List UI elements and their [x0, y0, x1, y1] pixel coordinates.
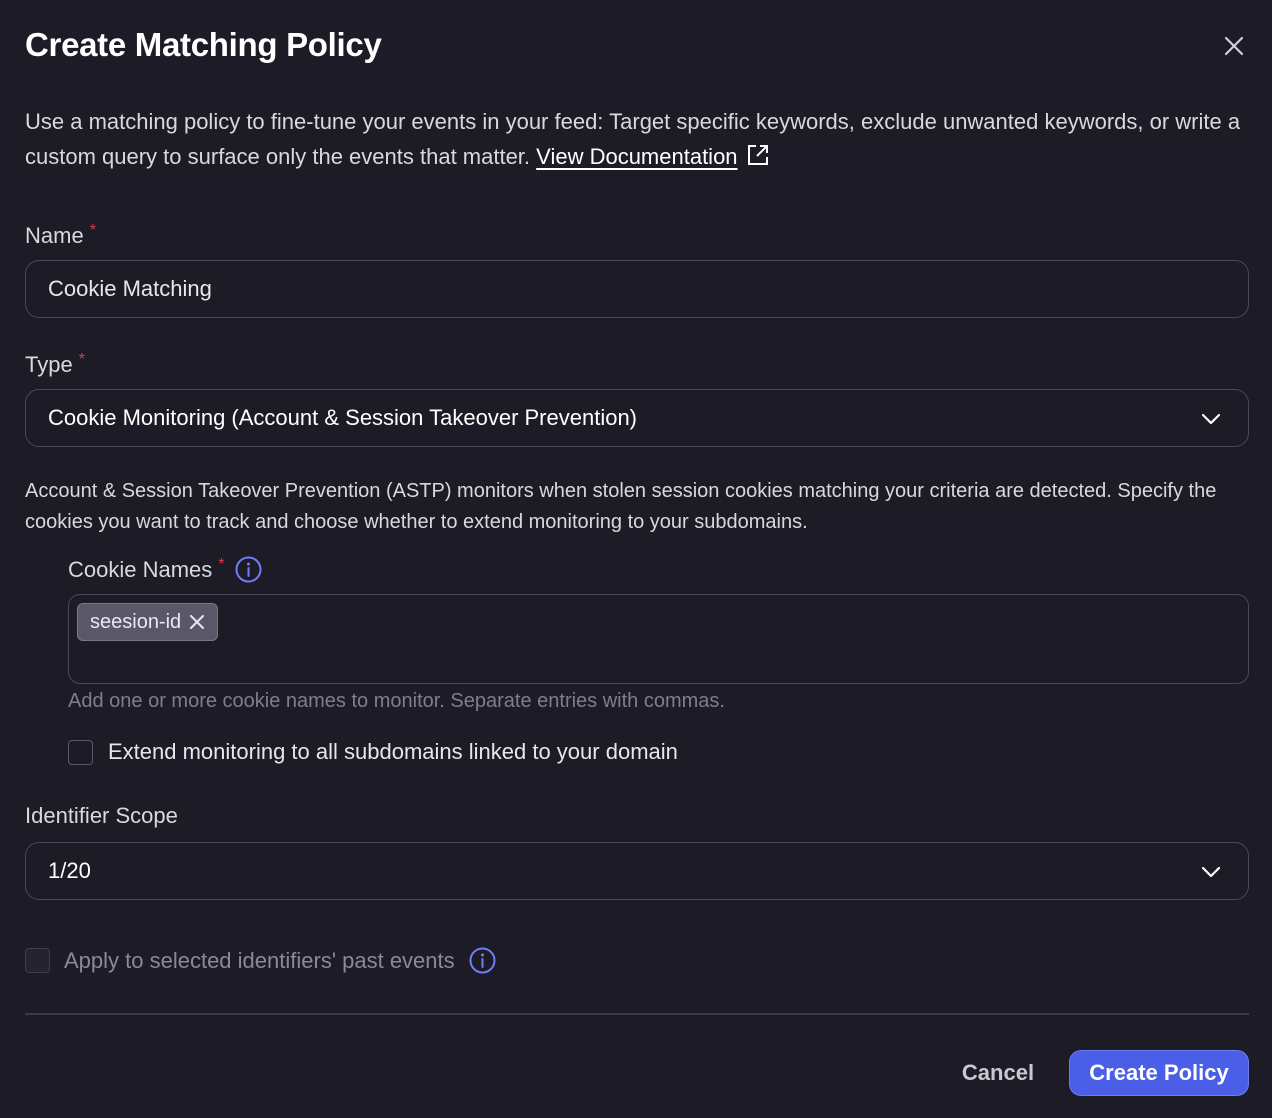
type-select[interactable]: Cookie Monitoring (Account & Session Tak…: [25, 389, 1249, 447]
intro-text: Use a matching policy to fine-tune your …: [25, 104, 1255, 174]
required-marker: *: [78, 351, 85, 368]
footer-divider: [25, 1013, 1249, 1015]
close-button[interactable]: [1218, 30, 1250, 62]
subdomains-label[interactable]: Extend monitoring to all subdomains link…: [108, 739, 678, 765]
chevron-down-icon: [1201, 866, 1221, 878]
dialog-title: Create Matching Policy: [25, 26, 382, 63]
view-documentation-link[interactable]: View Documentation: [536, 144, 737, 169]
info-icon[interactable]: [235, 556, 262, 583]
required-marker: *: [218, 556, 225, 573]
past-events-label-text: Apply to selected identifiers' past even…: [64, 948, 455, 973]
type-label-text: Type: [25, 352, 73, 377]
close-icon: [1224, 36, 1244, 56]
identifier-scope-value: 1/20: [48, 858, 91, 883]
create-policy-dialog: Create Matching Policy Use a matching po…: [0, 0, 1272, 1118]
name-input-value: Cookie Matching: [48, 276, 212, 301]
astp-description: Account & Session Takeover Prevention (A…: [25, 480, 1217, 533]
past-events-label: Apply to selected identifiers' past even…: [64, 947, 496, 974]
cookie-chip: seesion-id: [77, 603, 219, 641]
cookie-names-label-text: Cookie Names: [68, 557, 213, 582]
past-events-checkbox[interactable]: [25, 948, 50, 973]
name-input[interactable]: Cookie Matching: [25, 260, 1249, 318]
info-icon[interactable]: [469, 947, 496, 974]
external-link-icon[interactable]: [746, 143, 770, 167]
identifier-scope-select[interactable]: 1/20: [25, 842, 1249, 900]
cancel-button[interactable]: Cancel: [948, 1051, 1048, 1095]
cookie-names-input[interactable]: seesion-id: [68, 594, 1249, 684]
identifier-scope-label: Identifier Scope: [25, 803, 178, 828]
cookie-names-label: Cookie Names *: [68, 556, 262, 583]
create-policy-button[interactable]: Create Policy: [1069, 1050, 1249, 1096]
type-label: Type *: [25, 351, 85, 378]
name-label-text: Name: [25, 223, 84, 248]
chevron-down-icon: [1201, 413, 1221, 425]
required-marker: *: [89, 222, 96, 239]
subdomains-checkbox[interactable]: [68, 740, 93, 765]
type-select-value: Cookie Monitoring (Account & Session Tak…: [48, 405, 638, 430]
chip-remove-button[interactable]: [189, 614, 205, 630]
cookie-chip-label: seesion-id: [90, 610, 182, 633]
chip-remove-icon: [190, 615, 205, 629]
name-label: Name *: [25, 222, 96, 249]
cookie-names-hint: Add one or more cookie names to monitor.…: [68, 690, 725, 712]
